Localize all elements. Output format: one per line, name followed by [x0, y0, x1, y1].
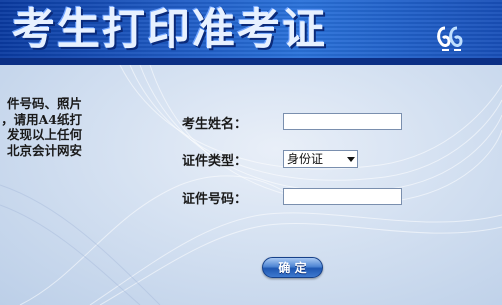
id-number-label: 证件号码： [182, 192, 248, 207]
page-title: 考生打印准考证 [12, 5, 327, 55]
notice-line: 发现以上任何 [6, 127, 82, 142]
name-label: 考生姓名： [182, 117, 248, 132]
id-type-label: 证件类型： [182, 154, 248, 169]
notice-line: 件号码、照片 [6, 96, 82, 111]
notice-line: 北京会计网安 [6, 142, 82, 158]
name-input[interactable] [283, 113, 402, 130]
id-type-selected: 身份证 [287, 152, 324, 166]
notice-line: ，请用A4纸打 [1, 111, 82, 127]
notice-text: 件号码、照片 ，请用A4纸打 发现以上任何 北京会计网安 [0, 96, 82, 158]
header-banner: 考生打印准考证 [0, 0, 502, 65]
id-number-input[interactable] [283, 188, 402, 205]
id-type-select[interactable]: 身份证 [283, 150, 358, 168]
chevron-down-icon [347, 157, 355, 162]
exam-ticket-page: 考生打印准考证 件号码、照片 ，请用A4纸打 发现以上任何 北京会计网安 考生姓… [0, 0, 502, 305]
submit-button[interactable]: 确 定 [262, 257, 323, 278]
logo-icon [437, 26, 463, 51]
